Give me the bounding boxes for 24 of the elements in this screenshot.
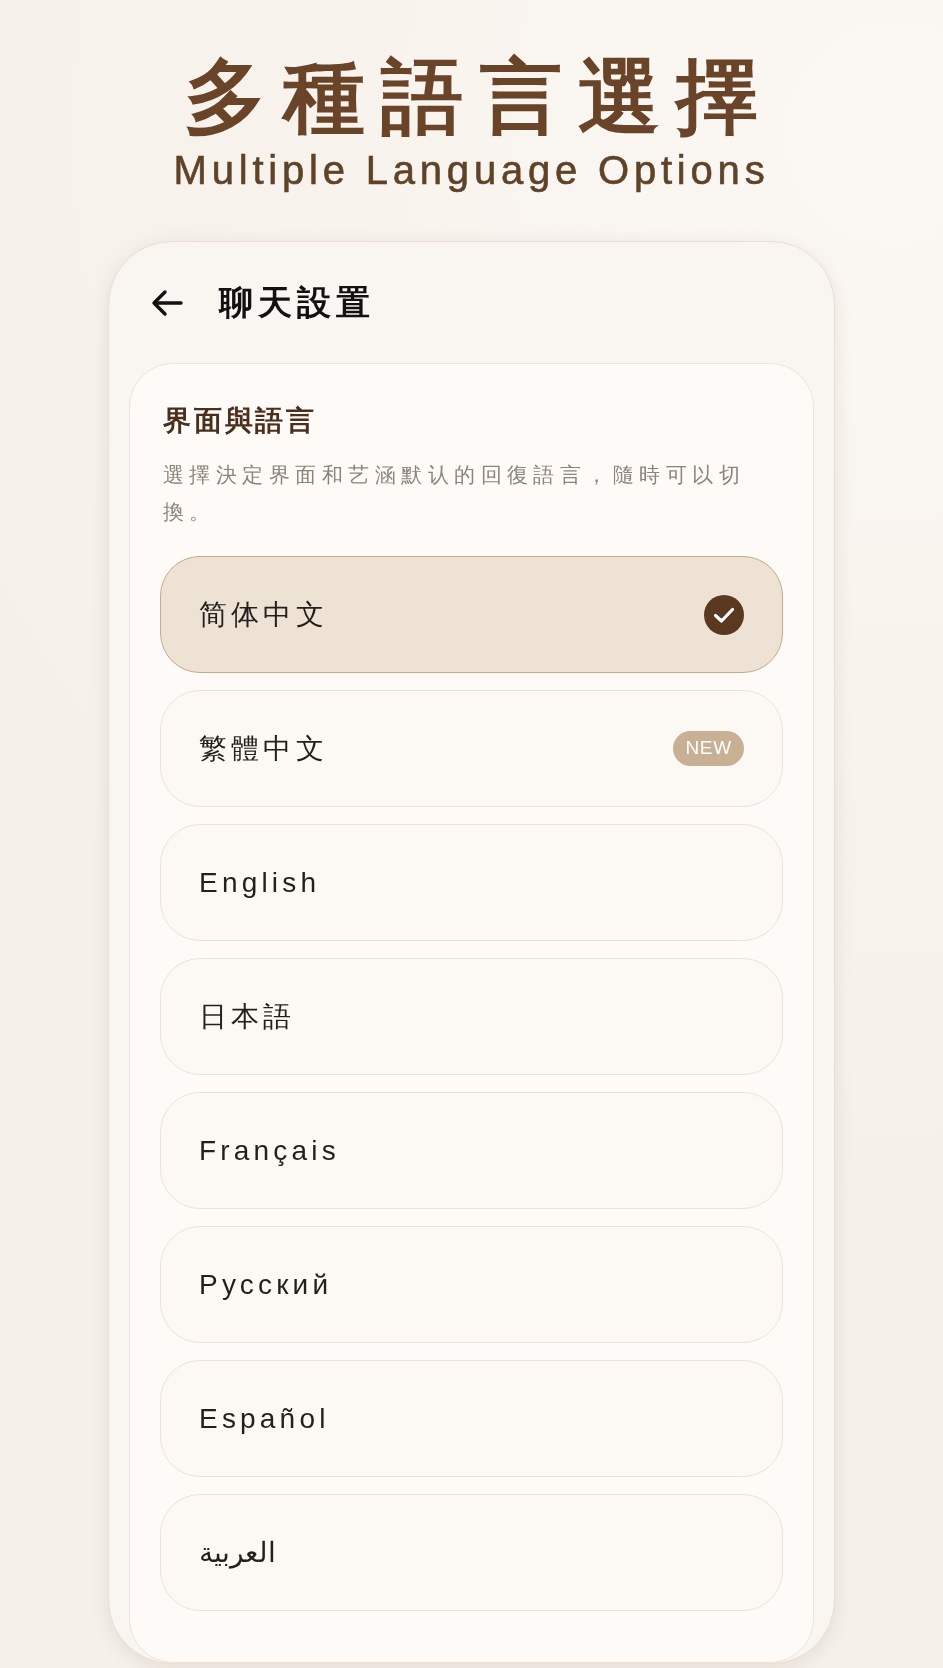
- section-title: 界面與語言: [162, 407, 318, 435]
- new-badge: NEW: [673, 731, 744, 766]
- language-option[interactable]: 日本語: [160, 958, 783, 1075]
- section-description: 選擇決定界面和艺涵默认的回復語言，隨時可以切換。: [162, 462, 747, 525]
- screen-title: 聊天設置: [219, 282, 376, 323]
- language-label: Русский: [199, 1267, 333, 1302]
- language-label: 简体中文: [199, 597, 328, 632]
- language-option[interactable]: English: [160, 824, 783, 941]
- language-label: Français: [199, 1133, 340, 1168]
- check-icon: [704, 594, 744, 635]
- language-option[interactable]: Français: [160, 1092, 783, 1209]
- language-option[interactable]: 繁體中文 NEW: [160, 690, 783, 807]
- page-heading: 多種語言選擇: [183, 56, 775, 138]
- language-label: 日本語: [199, 999, 296, 1034]
- language-option[interactable]: Русский: [160, 1226, 783, 1343]
- language-label: 繁體中文: [199, 731, 328, 766]
- language-label: Español: [199, 1401, 330, 1436]
- language-option[interactable]: Español: [160, 1360, 783, 1477]
- language-label: العربية: [199, 1535, 276, 1571]
- language-option[interactable]: 简体中文: [160, 556, 783, 673]
- language-option[interactable]: العربية: [160, 1494, 783, 1611]
- page-subheading: Multiple Language Options: [173, 150, 770, 190]
- language-label: English: [199, 865, 321, 900]
- back-arrow-icon[interactable]: [151, 288, 183, 317]
